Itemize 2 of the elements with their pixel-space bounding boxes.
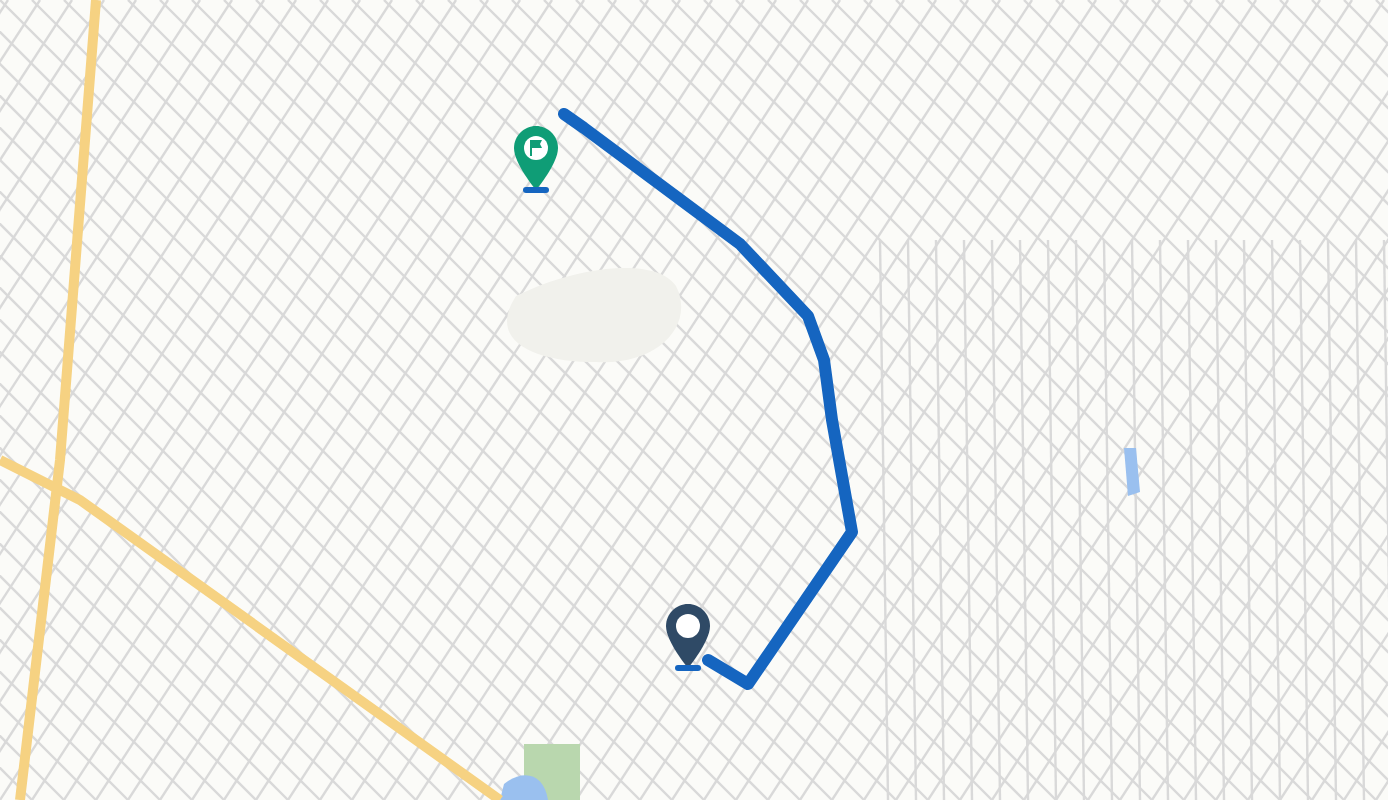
lake-area	[500, 775, 548, 800]
lake-area	[1124, 448, 1140, 496]
